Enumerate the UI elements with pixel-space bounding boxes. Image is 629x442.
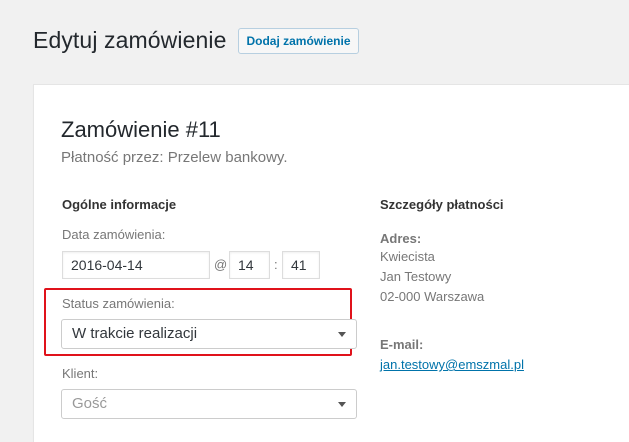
address-line: 02-000 Warszawa: [380, 289, 485, 304]
order-date-label: Data zamówienia:: [62, 227, 166, 242]
page-header: Edytuj zamówienie Dodaj zamówienie: [33, 27, 359, 54]
general-info-heading: Ogólne informacje: [62, 197, 177, 212]
time-colon: :: [274, 257, 278, 272]
chevron-down-icon: [338, 402, 346, 407]
chevron-down-icon: [338, 332, 346, 337]
address-line: Kwiecista: [380, 249, 435, 264]
email-link[interactable]: jan.testowy@emszmal.pl: [380, 357, 524, 372]
client-label: Klient:: [62, 366, 99, 381]
client-value: Gość: [72, 395, 108, 412]
order-hour-input[interactable]: [229, 251, 270, 279]
billing-details-heading: Szczegóły płatności: [380, 197, 504, 212]
add-order-button[interactable]: Dodaj zamówienie: [238, 27, 359, 54]
order-panel: Zamówienie #11 Płatność przez: Przelew b…: [33, 84, 629, 442]
order-minute-input[interactable]: [282, 251, 320, 279]
client-select[interactable]: Gość: [61, 389, 357, 419]
email-label: E-mail:: [380, 337, 424, 352]
address-label: Adres:: [380, 231, 422, 246]
order-title: Zamówienie #11: [61, 117, 221, 142]
address-line: Jan Testowy: [380, 269, 452, 284]
order-status-value: W trakcie realizacji: [72, 325, 198, 342]
at-sign: @: [214, 257, 228, 272]
page-title: Edytuj zamówienie: [33, 27, 227, 53]
order-status-select[interactable]: W trakcie realizacji: [61, 319, 357, 349]
order-status-label: Status zamówienia:: [62, 296, 175, 311]
order-date-input[interactable]: [62, 251, 210, 279]
payment-method: Płatność przez: Przelew bankowy.: [61, 149, 288, 166]
